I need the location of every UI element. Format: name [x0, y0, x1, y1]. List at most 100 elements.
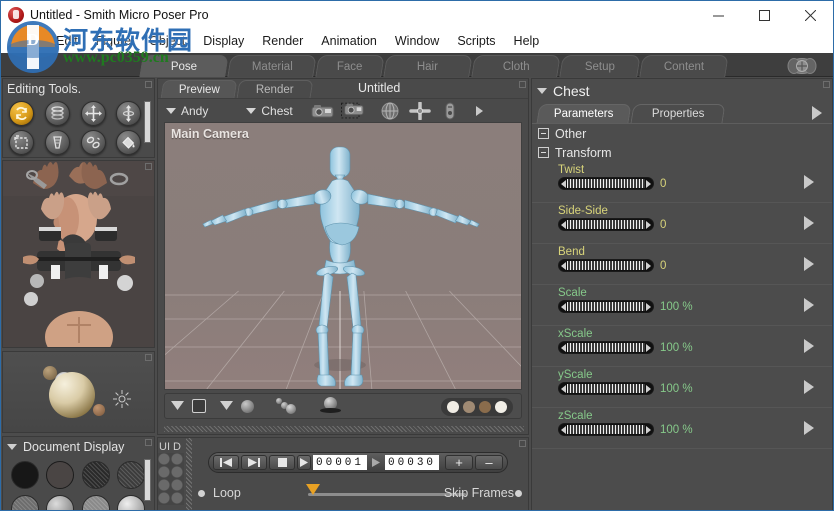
- light-dot-1[interactable]: [447, 401, 459, 413]
- light-dot-2[interactable]: [463, 401, 475, 413]
- menu-animation[interactable]: Animation: [312, 34, 386, 48]
- style-lit-wireframe[interactable]: [11, 495, 39, 510]
- param-dial[interactable]: [558, 382, 654, 395]
- param-value[interactable]: 0: [660, 260, 666, 272]
- panel-resize-grip[interactable]: [145, 439, 152, 446]
- param-value[interactable]: 100 %: [660, 424, 693, 436]
- maximize-button[interactable]: [741, 1, 787, 29]
- room-tab-pose[interactable]: Pose: [139, 55, 229, 77]
- style-silhouette[interactable]: [11, 461, 39, 489]
- remove-frame-button[interactable]: –: [475, 455, 504, 470]
- style-flat-lined[interactable]: [81, 495, 110, 510]
- figure-library-panel[interactable]: [2, 160, 155, 348]
- trackball-icon[interactable]: [378, 102, 402, 119]
- style-wireframe[interactable]: [81, 461, 110, 489]
- menu-object[interactable]: Object: [140, 34, 194, 48]
- param-expand-icon[interactable]: [804, 216, 814, 230]
- param-expand-icon[interactable]: [804, 298, 814, 312]
- light-dot-4[interactable]: [495, 401, 507, 413]
- panel-resize-grip[interactable]: [519, 81, 526, 88]
- param-expand-icon[interactable]: [804, 380, 814, 394]
- chevron-right-icon[interactable]: [468, 102, 492, 119]
- param-dial[interactable]: [558, 341, 654, 354]
- param-expand-icon[interactable]: [804, 175, 814, 189]
- add-frame-button[interactable]: +: [445, 455, 474, 470]
- scale-icon[interactable]: [9, 130, 34, 155]
- menu-display[interactable]: Display: [194, 34, 253, 48]
- menu-scripts[interactable]: Scripts: [448, 34, 504, 48]
- group-other[interactable]: Other: [532, 124, 832, 143]
- chevron-down-icon[interactable]: [171, 397, 184, 415]
- actor-selector[interactable]: Chest: [246, 104, 293, 118]
- material-library-panel[interactable]: [2, 351, 155, 433]
- param-expand-icon[interactable]: [804, 339, 814, 353]
- loop-toggle[interactable]: [198, 489, 205, 497]
- room-tab-face[interactable]: Face: [315, 55, 385, 77]
- room-tab-cloth[interactable]: Cloth: [471, 55, 561, 77]
- minimize-button[interactable]: [695, 1, 741, 29]
- chevron-down-icon[interactable]: [7, 444, 17, 450]
- total-frames-field[interactable]: 00030: [385, 455, 440, 470]
- light-dot-3[interactable]: [479, 401, 491, 413]
- panel-resize-grip[interactable]: [145, 354, 152, 361]
- chevron-down-icon[interactable]: [220, 397, 233, 415]
- skip-back-icon[interactable]: [213, 455, 239, 470]
- style-smooth-shaded[interactable]: [116, 495, 145, 510]
- panel-resize-grip[interactable]: [823, 81, 830, 88]
- shadow-sphere-icon[interactable]: [320, 397, 342, 415]
- tab-properties[interactable]: Properties: [630, 104, 726, 123]
- param-value[interactable]: 0: [660, 178, 666, 190]
- menu-figure[interactable]: Figure: [87, 34, 140, 48]
- room-tab-content[interactable]: Content: [639, 55, 729, 77]
- menu-render[interactable]: Render: [253, 34, 312, 48]
- param-value[interactable]: 100 %: [660, 342, 693, 354]
- parameters-expand-icon[interactable]: [812, 106, 822, 120]
- room-tab-material[interactable]: Material: [227, 55, 317, 77]
- timeline-playhead[interactable]: [306, 484, 320, 495]
- style-hidden-line[interactable]: [116, 461, 145, 489]
- document-display-scrollbar[interactable]: [144, 459, 151, 501]
- param-dial[interactable]: [558, 259, 654, 272]
- camera-icon[interactable]: [311, 102, 335, 119]
- current-frame-field[interactable]: 00001: [313, 455, 368, 470]
- collapse-icon[interactable]: [538, 147, 549, 158]
- andy-mannequin-figure[interactable]: [165, 123, 521, 389]
- square-swatch-icon[interactable]: [192, 399, 206, 413]
- param-dial[interactable]: [558, 423, 654, 436]
- move-icon[interactable]: [80, 101, 106, 126]
- collapse-icon[interactable]: [538, 128, 549, 139]
- param-expand-icon[interactable]: [804, 257, 814, 271]
- play-small-icon[interactable]: [372, 454, 381, 472]
- play-icon[interactable]: [297, 455, 311, 470]
- sphere-icon[interactable]: [241, 399, 254, 413]
- group-transform[interactable]: Transform: [532, 143, 832, 162]
- room-tab-hair[interactable]: Hair: [383, 55, 473, 77]
- figure-selector[interactable]: Andy: [166, 104, 208, 118]
- paintbucket-icon[interactable]: [116, 130, 142, 155]
- taper-icon[interactable]: [44, 130, 70, 155]
- param-dial[interactable]: [558, 300, 654, 313]
- panel-resize-grip[interactable]: [145, 81, 152, 88]
- menu-help[interactable]: Help: [505, 34, 549, 48]
- tab-preview[interactable]: Preview: [160, 80, 238, 98]
- zoom-thumb-icon[interactable]: [438, 102, 462, 119]
- style-outline[interactable]: [46, 461, 75, 489]
- skip-frames-toggle[interactable]: [515, 490, 522, 497]
- updown-icon[interactable]: [116, 101, 142, 126]
- param-dial[interactable]: [558, 218, 654, 231]
- param-value[interactable]: 100 %: [660, 301, 693, 313]
- document-horizontal-scrollbar[interactable]: [164, 426, 524, 432]
- tab-parameters[interactable]: Parameters: [536, 104, 632, 123]
- chevron-down-icon[interactable]: [537, 88, 547, 94]
- animation-panel-divider[interactable]: [186, 438, 192, 510]
- menu-window[interactable]: Window: [386, 34, 448, 48]
- room-tab-setup[interactable]: Setup: [559, 55, 641, 77]
- camera-dashed-icon[interactable]: [340, 102, 365, 119]
- panel-resize-grip[interactable]: [145, 163, 152, 170]
- menu-file[interactable]: File: [9, 34, 47, 48]
- close-button[interactable]: [787, 1, 833, 29]
- menu-edit[interactable]: Edit: [47, 34, 87, 48]
- twist-icon[interactable]: [44, 101, 70, 126]
- param-expand-icon[interactable]: [804, 421, 814, 435]
- param-value[interactable]: 0: [660, 219, 666, 231]
